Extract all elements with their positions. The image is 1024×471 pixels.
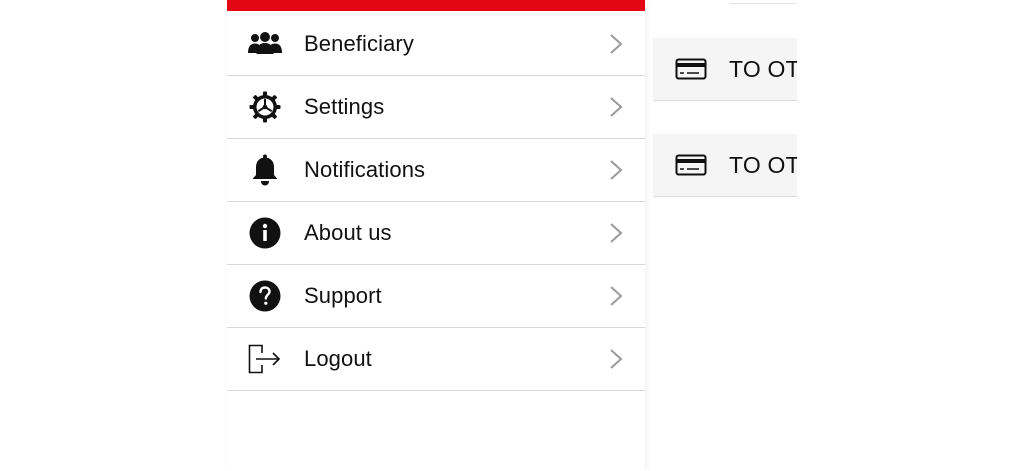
transfer-option-label: TO OT <box>729 151 797 178</box>
menu-item-logout[interactable]: Logout <box>227 328 645 391</box>
bell-icon <box>248 153 282 187</box>
gear-icon <box>248 90 282 124</box>
chevron-right-icon <box>610 349 623 369</box>
info-icon <box>248 216 282 250</box>
credit-card-icon <box>675 154 707 176</box>
help-icon <box>248 279 282 313</box>
chevron-right-icon <box>610 160 623 180</box>
drawer-header <box>227 0 645 11</box>
transfer-option-row[interactable]: TO OT <box>653 38 797 101</box>
chevron-right-icon <box>610 286 623 306</box>
chevron-right-icon <box>610 34 623 54</box>
menu-item-label: Notifications <box>304 157 426 182</box>
menu-item-support[interactable]: Support <box>227 265 645 328</box>
transfer-option-row[interactable]: TO OT <box>653 134 797 197</box>
chevron-right-icon <box>610 223 623 243</box>
credit-card-icon <box>675 58 707 80</box>
drawer-menu: Beneficiary Settings Notifications About… <box>227 13 645 391</box>
menu-item-settings[interactable]: Settings <box>227 76 645 139</box>
background-content: TO OT TO OT <box>645 0 797 471</box>
menu-item-label: Beneficiary <box>304 31 414 56</box>
menu-item-label: About us <box>304 220 392 245</box>
divider <box>730 0 797 4</box>
menu-item-beneficiary[interactable]: Beneficiary <box>227 13 645 76</box>
logout-icon <box>248 342 282 376</box>
menu-item-notifications[interactable]: Notifications <box>227 139 645 202</box>
menu-item-label: Settings <box>304 94 385 119</box>
menu-item-about-us[interactable]: About us <box>227 202 645 265</box>
menu-item-label: Support <box>304 283 382 308</box>
side-drawer: Beneficiary Settings Notifications About… <box>227 0 645 471</box>
users-group-icon <box>248 27 282 61</box>
menu-item-label: Logout <box>304 346 372 371</box>
app-screen: TO OT TO OT Beneficiary Settings Notific… <box>0 0 1024 471</box>
transfer-option-label: TO OT <box>729 55 797 82</box>
chevron-right-icon <box>610 97 623 117</box>
